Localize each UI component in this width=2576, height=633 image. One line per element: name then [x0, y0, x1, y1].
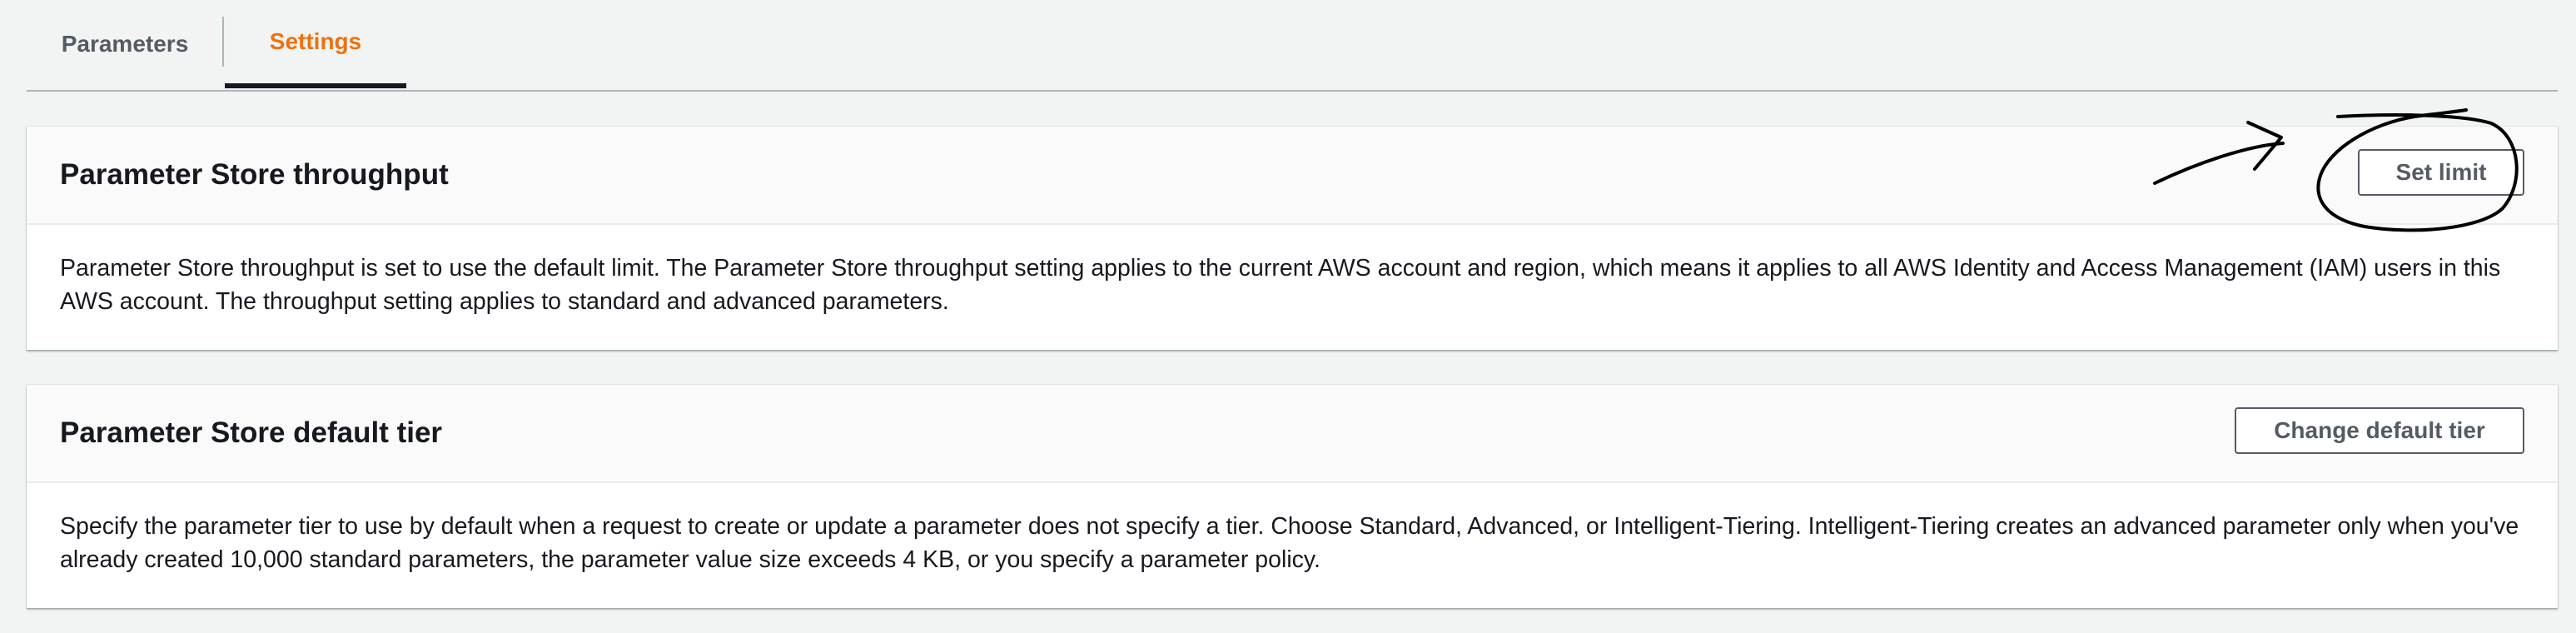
throughput-description: Parameter Store throughput is set to use… — [60, 255, 2501, 315]
default-tier-card-header: Parameter Store default tier Change defa… — [27, 385, 2558, 483]
throughput-card: Parameter Store throughput Set limit Par… — [27, 127, 2558, 350]
default-tier-card: Parameter Store default tier Change defa… — [27, 385, 2558, 608]
tab-settings[interactable]: Settings — [225, 0, 406, 88]
tab-bar: Parameters Settings — [27, 0, 2558, 92]
change-default-tier-button[interactable]: Change default tier — [2235, 407, 2524, 454]
tab-divider — [222, 17, 224, 67]
throughput-card-header: Parameter Store throughput Set limit — [27, 127, 2558, 225]
default-tier-description: Specify the parameter tier to use by def… — [60, 513, 2519, 573]
set-limit-button[interactable]: Set limit — [2358, 149, 2524, 196]
default-tier-title: Parameter Store default tier — [60, 416, 443, 449]
throughput-title: Parameter Store throughput — [60, 158, 449, 191]
tab-parameters[interactable]: Parameters — [27, 0, 223, 88]
